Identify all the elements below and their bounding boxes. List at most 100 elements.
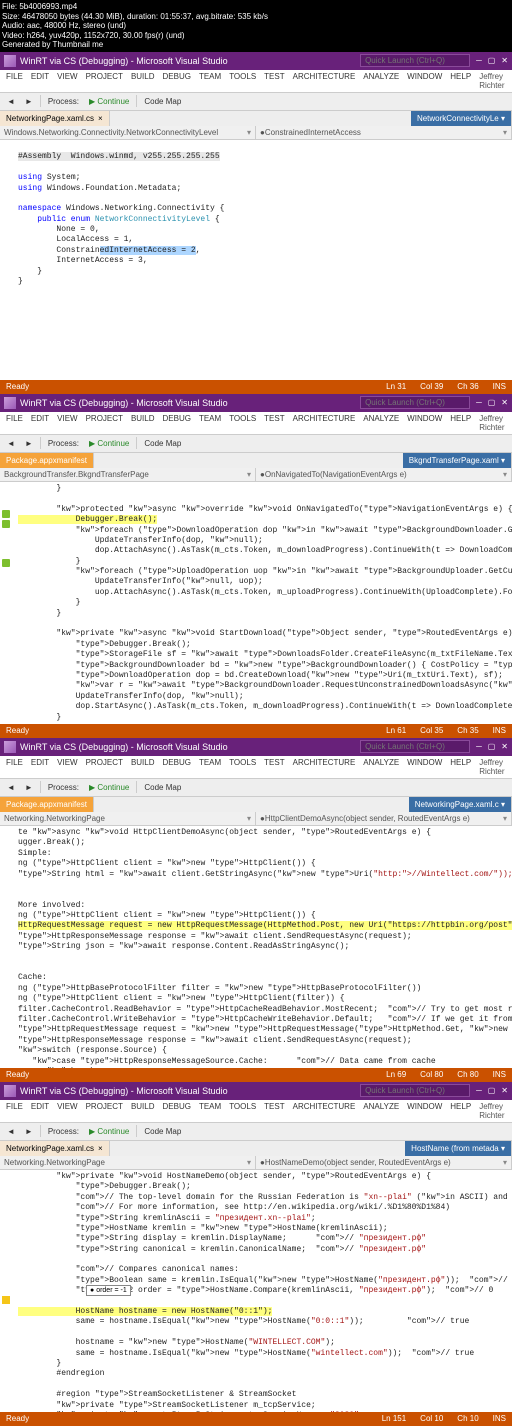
maximize-icon[interactable]: ▢ [488,742,496,751]
menu-tools[interactable]: TOOLS [229,1102,256,1120]
menu-file[interactable]: FILE [6,1102,23,1120]
quick-launch-input[interactable] [360,1084,470,1097]
menu-analyze[interactable]: ANALYZE [363,414,399,432]
sidebar-tab[interactable]: BkgndTransferPage.xaml ▾ [403,453,512,468]
menu-file[interactable]: FILE [6,414,23,432]
menu-architecture[interactable]: ARCHITECTURE [293,1102,356,1120]
menu-debug[interactable]: DEBUG [163,758,191,776]
code-editor[interactable]: te "kw">async "kw">void HttpClientDemoAs… [0,826,512,1068]
nav-fwd-icon[interactable]: ► [22,96,36,107]
menu-analyze[interactable]: ANALYZE [363,758,399,776]
close-icon[interactable]: ✕ [501,1086,508,1095]
menu-architecture[interactable]: ARCHITECTURE [293,758,356,776]
editor-tab[interactable]: NetworkingPage.xaml.cs× [0,111,110,126]
menu-build[interactable]: BUILD [131,758,155,776]
signed-in-user[interactable]: Jeffrey Richter [479,1102,506,1120]
continue-button[interactable]: ▶ Continue [86,1126,132,1137]
menu-test[interactable]: TEST [264,758,284,776]
nav-back-icon[interactable]: ◄ [4,96,18,107]
member-dropdown[interactable]: ● OnNavigatedTo(NavigationEventArgs e)▾ [256,468,512,481]
member-dropdown[interactable]: ● HostNameDemo(object sender, RoutedEven… [256,1156,512,1169]
signed-in-user[interactable]: Jeffrey Richter [479,414,506,432]
code-editor[interactable]: "kw">private "kw">void HostNameDemo(obje… [0,1170,512,1412]
member-dropdown[interactable]: ● ConstrainedInternetAccess▾ [256,126,512,139]
menu-help[interactable]: HELP [450,758,471,776]
menu-test[interactable]: TEST [264,1102,284,1120]
menu-debug[interactable]: DEBUG [163,1102,191,1120]
breakpoint-marker-icon[interactable] [2,559,10,567]
menu-view[interactable]: VIEW [57,72,77,90]
signed-in-user[interactable]: Jeffrey Richter [479,72,506,90]
menu-build[interactable]: BUILD [131,72,155,90]
menu-project[interactable]: PROJECT [86,758,123,776]
titlebar[interactable]: WinRT via CS (Debugging) - Microsoft Vis… [0,394,512,412]
editor-tab[interactable]: NetworkingPage.xaml.cs× [0,1141,110,1156]
codemap-button[interactable]: Code Map [141,96,184,107]
code-editor[interactable]: } "kw">protected "kw">async "kw">overrid… [0,482,512,724]
menu-analyze[interactable]: ANALYZE [363,1102,399,1120]
menu-help[interactable]: HELP [450,414,471,432]
continue-button[interactable]: ▶ Continue [86,96,132,107]
codemap-button[interactable]: Code Map [141,438,184,449]
menu-help[interactable]: HELP [450,72,471,90]
menu-analyze[interactable]: ANALYZE [363,72,399,90]
sidebar-tab[interactable]: NetworkingPage.xaml.c ▾ [409,797,512,812]
breakpoint-marker-icon[interactable] [2,510,10,518]
menu-edit[interactable]: EDIT [31,1102,49,1120]
menu-window[interactable]: WINDOW [407,758,442,776]
menu-window[interactable]: WINDOW [407,1102,442,1120]
continue-button[interactable]: ▶ Continue [86,782,132,793]
codemap-button[interactable]: Code Map [141,1126,184,1137]
sidebar-tab[interactable]: NetworkConnectivityLe ▾ [411,111,512,126]
close-icon[interactable]: ✕ [501,398,508,407]
type-dropdown[interactable]: Networking.NetworkingPage▾ [0,812,256,825]
sidebar-tab[interactable]: HostName (from metada ▾ [405,1141,512,1156]
code-editor[interactable]: #Assembly Windows.winmd, v255.255.255.25… [0,140,512,380]
menu-edit[interactable]: EDIT [31,72,49,90]
type-dropdown[interactable]: BackgroundTransfer.BkgndTransferPage▾ [0,468,256,481]
menu-view[interactable]: VIEW [57,1102,77,1120]
continue-button[interactable]: ▶ Continue [86,438,132,449]
menu-tools[interactable]: TOOLS [229,72,256,90]
menu-file[interactable]: FILE [6,758,23,776]
menu-build[interactable]: BUILD [131,1102,155,1120]
titlebar[interactable]: WinRT via CS (Debugging) - Microsoft Vis… [0,738,512,756]
nav-back-icon[interactable]: ◄ [4,782,18,793]
minimize-icon[interactable]: ─ [476,1086,482,1095]
menu-test[interactable]: TEST [264,414,284,432]
nav-back-icon[interactable]: ◄ [4,1126,18,1137]
close-tab-icon[interactable]: × [98,114,103,123]
menu-team[interactable]: TEAM [199,414,221,432]
nav-fwd-icon[interactable]: ► [22,438,36,449]
menu-view[interactable]: VIEW [57,414,77,432]
menu-architecture[interactable]: ARCHITECTURE [293,72,356,90]
menu-debug[interactable]: DEBUG [163,414,191,432]
titlebar[interactable]: WinRT via CS (Debugging) - Microsoft Vis… [0,1082,512,1100]
menu-project[interactable]: PROJECT [86,1102,123,1120]
menu-file[interactable]: FILE [6,72,23,90]
menu-debug[interactable]: DEBUG [163,72,191,90]
menu-team[interactable]: TEAM [199,72,221,90]
close-tab-icon[interactable]: × [98,1144,103,1153]
menu-architecture[interactable]: ARCHITECTURE [293,414,356,432]
nav-fwd-icon[interactable]: ► [22,1126,36,1137]
minimize-icon[interactable]: ─ [476,398,482,407]
quick-launch-input[interactable] [360,396,470,409]
signed-in-user[interactable]: Jeffrey Richter [479,758,506,776]
menu-team[interactable]: TEAM [199,1102,221,1120]
titlebar[interactable]: WinRT via CS (Debugging) - Microsoft Vis… [0,52,512,70]
nav-fwd-icon[interactable]: ► [22,782,36,793]
close-icon[interactable]: ✕ [501,742,508,751]
menu-tools[interactable]: TOOLS [229,414,256,432]
minimize-icon[interactable]: ─ [476,56,482,65]
menu-tools[interactable]: TOOLS [229,758,256,776]
menu-project[interactable]: PROJECT [86,72,123,90]
menu-edit[interactable]: EDIT [31,414,49,432]
maximize-icon[interactable]: ▢ [488,56,496,65]
menu-window[interactable]: WINDOW [407,72,442,90]
maximize-icon[interactable]: ▢ [488,1086,496,1095]
member-dropdown[interactable]: ● HttpClientDemoAsync(object sender, Rou… [256,812,512,825]
menu-edit[interactable]: EDIT [31,758,49,776]
close-icon[interactable]: ✕ [501,56,508,65]
menu-project[interactable]: PROJECT [86,414,123,432]
